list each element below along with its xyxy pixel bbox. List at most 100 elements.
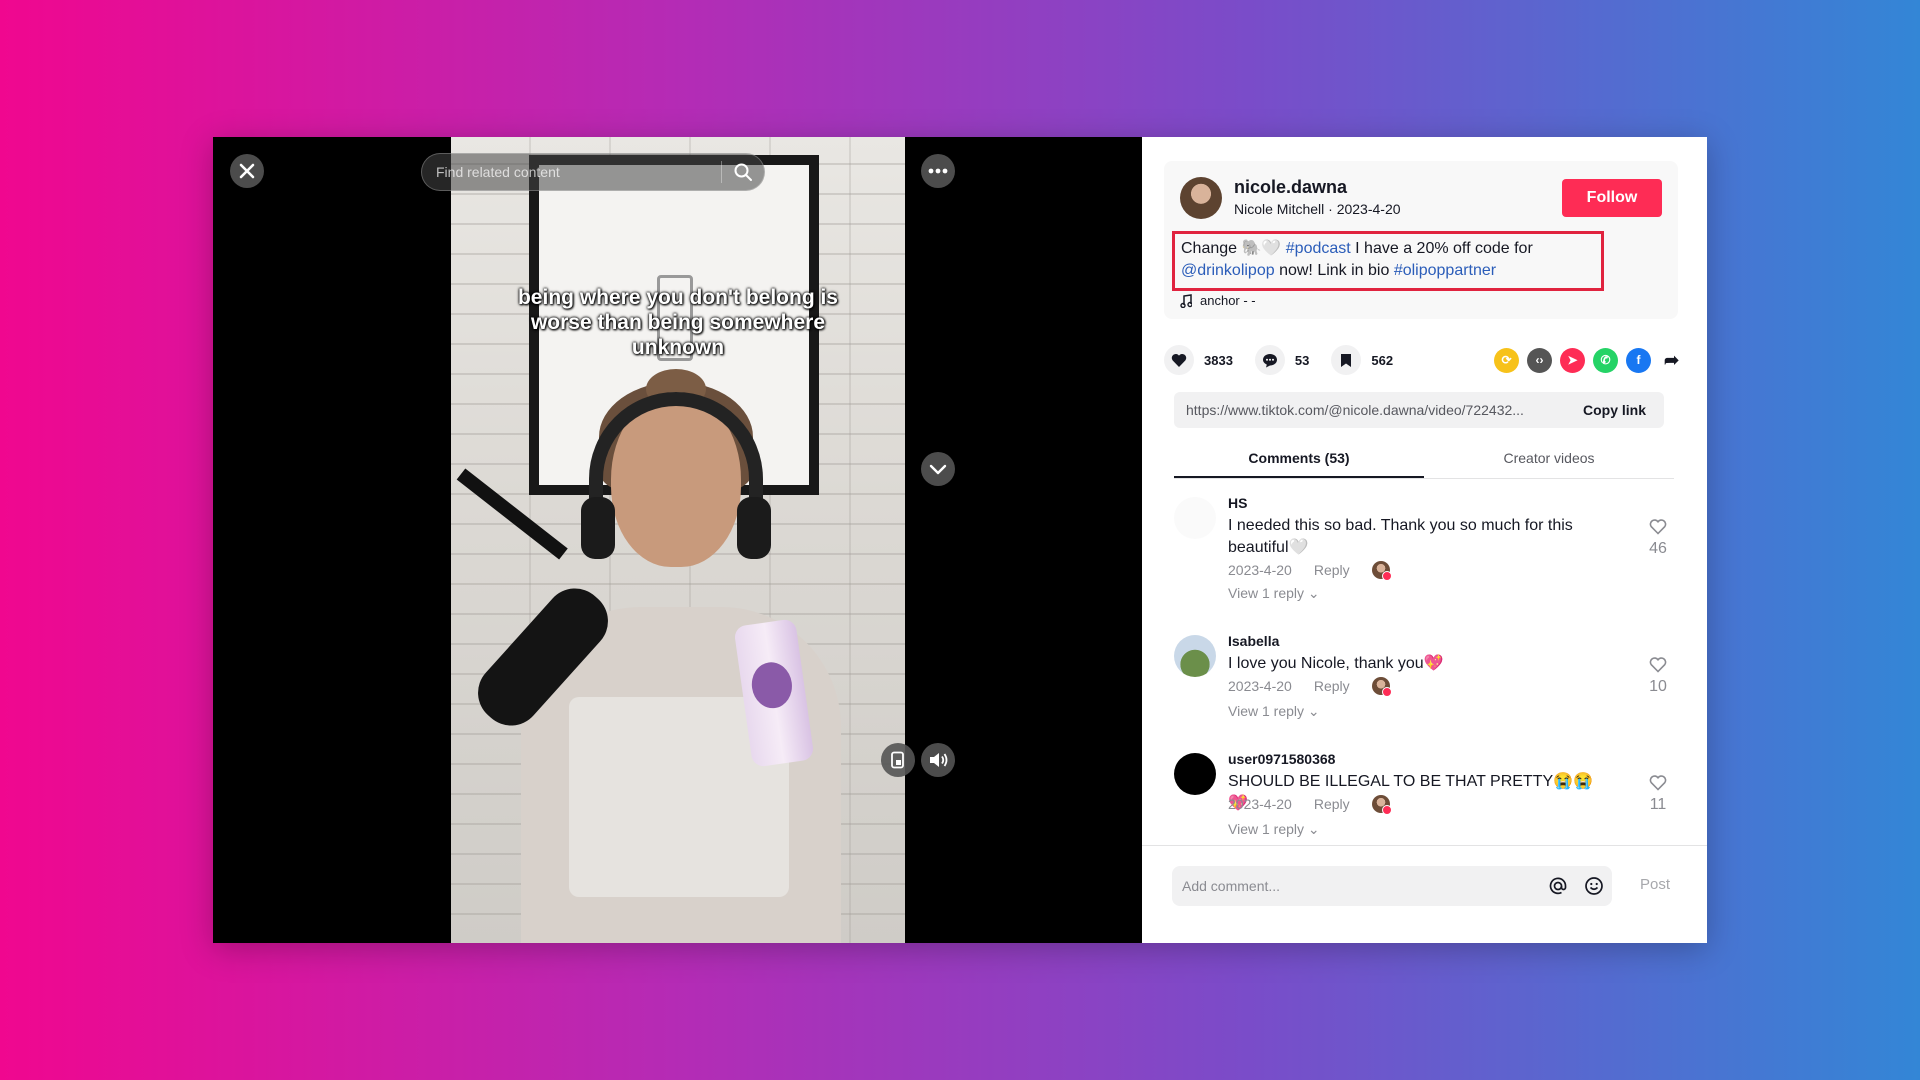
whatsapp-icon[interactable]: ✆ (1593, 347, 1618, 373)
close-button[interactable] (230, 154, 264, 188)
comment-text: I needed this so bad. Thank you so much … (1228, 517, 1573, 556)
author-username[interactable]: nicole.dawna (1234, 177, 1347, 198)
heart-icon[interactable] (1164, 345, 1194, 375)
view-replies-button[interactable]: View 1 reply ⌄ (1228, 585, 1320, 602)
chevron-down-icon: ⌄ (1307, 821, 1320, 837)
tab-creator-videos[interactable]: Creator videos (1424, 441, 1674, 478)
hashtag-podcast[interactable]: #podcast (1286, 240, 1351, 257)
creator-liked-avatar (1371, 561, 1392, 581)
volume-button[interactable] (921, 743, 955, 777)
desc-text-3: now! Link in bio (1274, 262, 1394, 279)
video-caption-overlay: being where you don't belong is worse th… (517, 286, 838, 359)
comment-composer: Post (1142, 845, 1707, 943)
bookmark-icon[interactable] (1331, 345, 1362, 375)
comment-meta: 2023-4-20 Reply (1228, 677, 1392, 697)
emoji-icon[interactable] (1576, 866, 1612, 906)
headphone-left-cup (581, 497, 615, 559)
comment-like-button[interactable]: 10 (1640, 657, 1676, 696)
view-replies-label: View 1 reply (1228, 821, 1305, 837)
mini-player-icon (891, 751, 904, 769)
post-button[interactable]: Post (1640, 876, 1670, 893)
post-date: 2023-4-20 (1336, 201, 1401, 217)
video-frame[interactable]: being where you don't belong is worse th… (451, 137, 905, 943)
comment-author[interactable]: HS (1228, 495, 1247, 511)
comment-avatar[interactable] (1174, 497, 1216, 539)
view-replies-button[interactable]: View 1 reply ⌄ (1228, 703, 1320, 720)
chevron-down-icon: ⌄ (1307, 585, 1320, 601)
search-button[interactable] (722, 153, 764, 191)
comment-item: Isabella I love you Nicole, thank you💖 2… (1174, 633, 1674, 733)
comment-list[interactable]: HS I needed this so bad. Thank you so mu… (1142, 487, 1707, 847)
mini-player-button[interactable] (881, 743, 915, 777)
music-link[interactable]: anchor - - (1180, 293, 1256, 308)
creator-liked-avatar (1371, 677, 1392, 697)
comment-avatar[interactable] (1174, 753, 1216, 795)
share-link-row: https://www.tiktok.com/@nicole.dawna/vid… (1174, 392, 1664, 428)
author-subline: Nicole Mitchell · 2023-4-20 (1234, 201, 1401, 217)
mention-drinkolipop[interactable]: @drinkolipop (1181, 262, 1275, 279)
panel-tabs: Comments (53) Creator videos (1174, 441, 1674, 479)
chevron-down-icon (929, 464, 947, 475)
repost-icon[interactable]: ⟳ (1494, 347, 1519, 373)
tab-comments[interactable]: Comments (53) (1174, 441, 1424, 478)
embed-icon[interactable]: ‹› (1527, 347, 1552, 373)
subline-separator: · (1324, 201, 1337, 217)
like-count: 3833 (1204, 352, 1233, 368)
comment-avatar[interactable] (1174, 635, 1216, 677)
headphone-right-cup (737, 497, 771, 559)
details-panel: nicole.dawna Nicole Mitchell · 2023-4-20… (1142, 137, 1707, 943)
comment-input-box[interactable] (1172, 866, 1612, 906)
video-player[interactable]: being where you don't belong is worse th… (213, 137, 1142, 943)
follow-button[interactable]: Follow (1562, 179, 1662, 217)
comment-author[interactable]: user0971580368 (1228, 751, 1335, 767)
author-card: nicole.dawna Nicole Mitchell · 2023-4-20… (1164, 161, 1678, 319)
hashtag-olipoppartner[interactable]: #olipoppartner (1394, 262, 1496, 279)
comment-item: user0971580368 SHOULD BE ILLEGAL TO BE T… (1174, 751, 1674, 847)
facebook-icon[interactable]: f (1626, 347, 1651, 373)
heart-outline-icon (1649, 519, 1667, 535)
music-note-icon (1180, 293, 1192, 308)
more-options-button[interactable] (921, 154, 955, 188)
related-search-input[interactable] (422, 164, 721, 180)
share-link-url[interactable]: https://www.tiktok.com/@nicole.dawna/vid… (1174, 402, 1565, 418)
view-replies-label: View 1 reply (1228, 585, 1305, 601)
comment-author[interactable]: Isabella (1228, 633, 1279, 649)
like-stat[interactable]: 3833 (1164, 345, 1233, 375)
next-video-button[interactable] (921, 452, 955, 486)
comment-like-count: 10 (1649, 678, 1667, 695)
desc-text-2: I have a 20% off code for (1350, 240, 1533, 257)
reply-button[interactable]: Reply (1314, 796, 1350, 812)
comment-bubble-icon[interactable] (1254, 345, 1285, 375)
save-stat[interactable]: 562 (1331, 345, 1393, 375)
comment-like-button[interactable]: 46 (1640, 519, 1676, 558)
comment-like-button[interactable]: 11 (1640, 775, 1676, 814)
share-arrow-icon[interactable]: ➦ (1659, 348, 1684, 373)
mention-icon[interactable] (1540, 866, 1576, 906)
chevron-down-icon: ⌄ (1307, 703, 1320, 719)
comment-input[interactable] (1172, 878, 1540, 894)
comment-stat[interactable]: 53 (1254, 345, 1310, 375)
save-count: 562 (1371, 352, 1394, 368)
comment-meta: 2023-4-20 Reply (1228, 795, 1392, 815)
close-icon (239, 163, 255, 179)
reply-button[interactable]: Reply (1314, 562, 1350, 578)
comment-like-count: 46 (1649, 540, 1667, 557)
comment-count: 53 (1294, 352, 1310, 368)
comment-meta: 2023-4-20 Reply (1228, 561, 1392, 581)
video-detail-window: being where you don't belong is worse th… (213, 137, 1707, 943)
view-replies-button[interactable]: View 1 reply ⌄ (1228, 821, 1320, 838)
volume-icon (930, 753, 948, 767)
send-icon[interactable]: ➤ (1560, 347, 1585, 373)
video-description: Change 🐘🤍 #podcast I have a 20% off code… (1172, 231, 1604, 291)
comment-date: 2023-4-20 (1228, 562, 1292, 578)
reply-button[interactable]: Reply (1314, 678, 1350, 694)
heart-outline-icon (1649, 775, 1667, 791)
search-icon (734, 163, 752, 181)
comment-date: 2023-4-20 (1228, 678, 1292, 694)
author-avatar[interactable] (1180, 177, 1222, 219)
related-search-bar[interactable] (421, 153, 765, 191)
music-label: anchor - - (1200, 293, 1256, 308)
comment-date: 2023-4-20 (1228, 796, 1292, 812)
copy-link-button[interactable]: Copy link (1565, 402, 1664, 418)
comment-like-count: 11 (1649, 796, 1667, 813)
